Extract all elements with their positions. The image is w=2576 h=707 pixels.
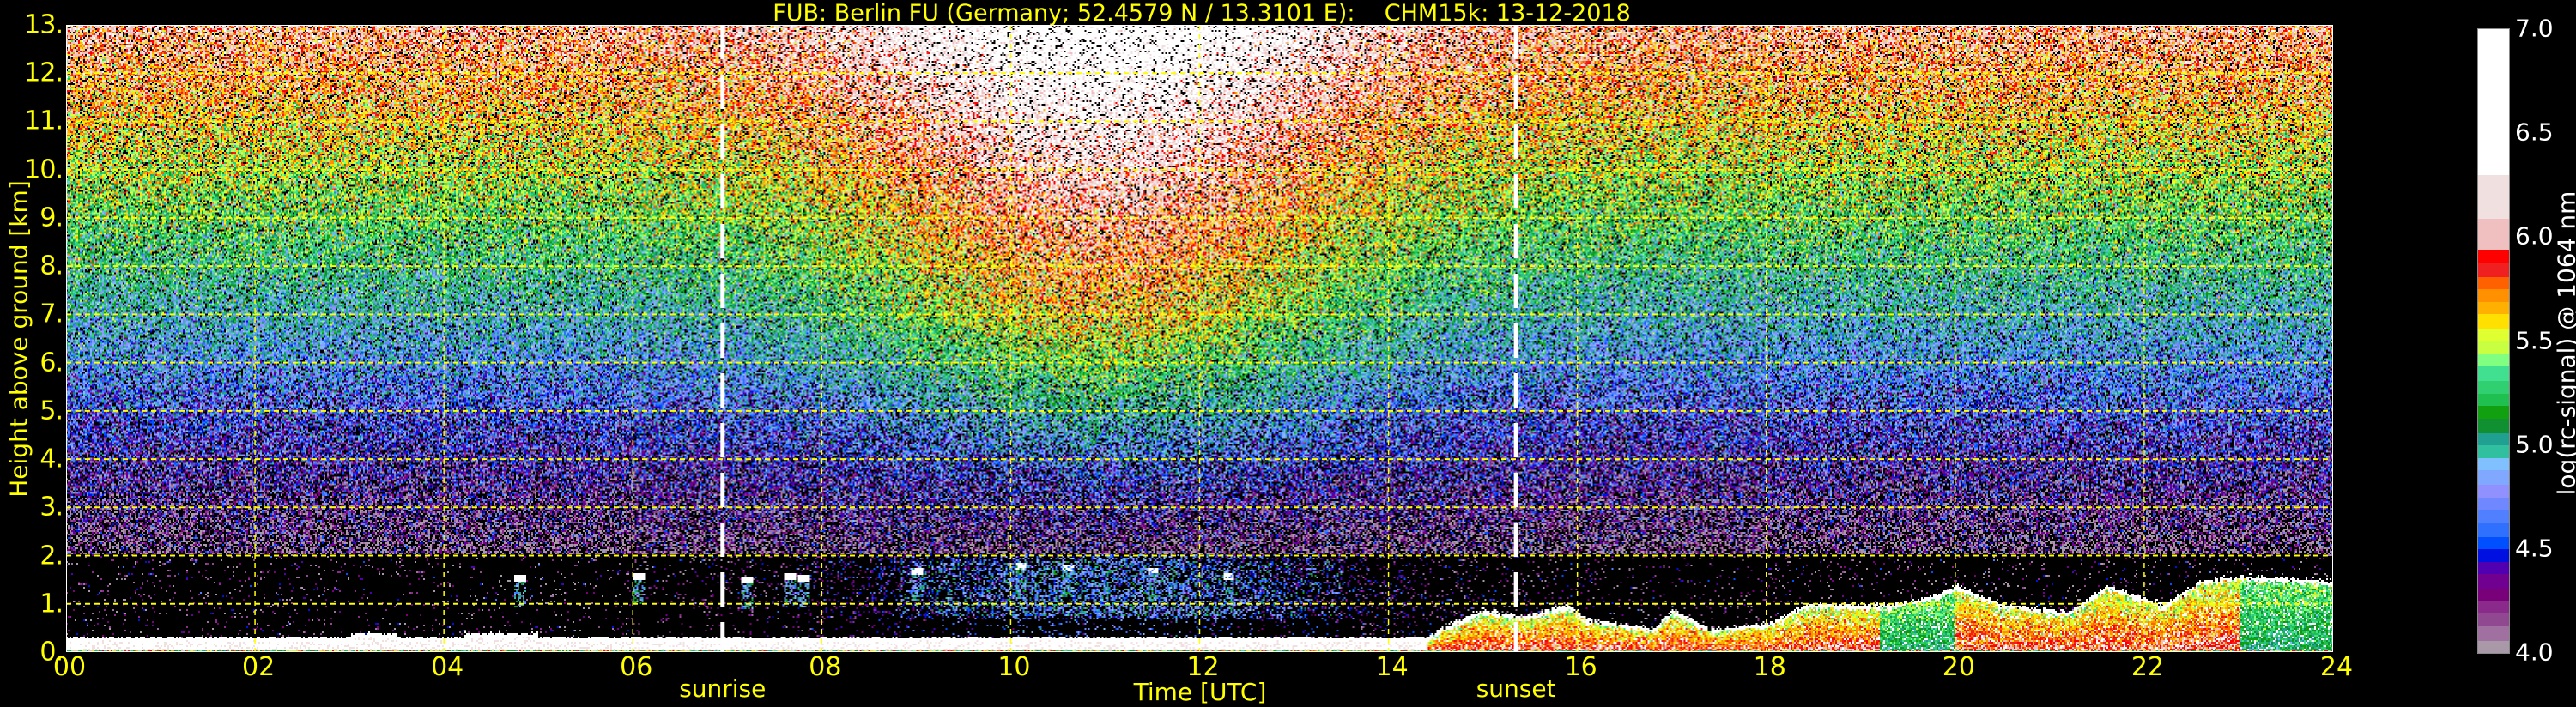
x-tick-label: 08 bbox=[809, 652, 842, 682]
y-tick-label: 2. bbox=[39, 541, 64, 571]
y-tick-label: 1. bbox=[39, 589, 64, 619]
x-tick-label: 04 bbox=[431, 652, 464, 682]
y-tick-label: 3. bbox=[39, 492, 64, 523]
y-tick-label: 4. bbox=[39, 444, 64, 474]
x-tick-label: 00 bbox=[52, 652, 87, 682]
colorbar bbox=[2477, 28, 2510, 654]
colorbar-level bbox=[2478, 484, 2509, 498]
colorbar-level bbox=[2478, 354, 2509, 367]
colorbar-level bbox=[2478, 328, 2509, 341]
y-tick-label: 9. bbox=[39, 202, 64, 233]
colorbar-level bbox=[2478, 432, 2509, 446]
colorbar-label: log(rc-signal) @ 1064 nm bbox=[2552, 190, 2576, 496]
colorbar-level bbox=[2478, 497, 2509, 511]
sunset-label: sunset bbox=[1476, 674, 1556, 703]
colorbar-level bbox=[2478, 218, 2509, 251]
colorbar-level bbox=[2478, 573, 2509, 589]
x-tick-label: 14 bbox=[1375, 652, 1409, 682]
y-tick-label: 7. bbox=[39, 299, 64, 329]
grid-overlay bbox=[66, 25, 2333, 652]
x-tick-label: 02 bbox=[241, 652, 276, 682]
colorbar-tick-label: 5.5 bbox=[2515, 326, 2554, 354]
colorbar-level bbox=[2478, 457, 2509, 471]
x-tick-label: 10 bbox=[997, 652, 1031, 682]
colorbar-level bbox=[2478, 301, 2509, 315]
y-tick-label: 8. bbox=[39, 251, 64, 281]
y-tick-label: 6. bbox=[39, 347, 64, 378]
colorbar-level bbox=[2478, 174, 2509, 219]
colorbar-level bbox=[2478, 601, 2509, 614]
colorbar-tick-label: 6.0 bbox=[2515, 221, 2554, 251]
colorbar-level bbox=[2478, 249, 2509, 263]
chart-title: FUB: Berlin FU (Germany; 52.4579 N / 13.… bbox=[773, 0, 1631, 27]
x-axis-label: Time [UTC] bbox=[1133, 678, 1267, 706]
colorbar-level bbox=[2478, 262, 2509, 277]
x-tick-label: 24 bbox=[2319, 652, 2354, 682]
x-tick-label: 20 bbox=[1942, 652, 1975, 682]
x-tick-label: 18 bbox=[1753, 652, 1786, 682]
x-tick-label: 22 bbox=[2131, 652, 2164, 682]
colorbar-level bbox=[2478, 288, 2509, 302]
colorbar-level bbox=[2478, 393, 2509, 407]
colorbar-level bbox=[2478, 276, 2509, 290]
colorbar-level bbox=[2478, 509, 2509, 523]
colorbar-level bbox=[2478, 405, 2509, 419]
colorbar-level bbox=[2478, 522, 2509, 537]
colorbar-tick-label: 6.5 bbox=[2515, 118, 2554, 147]
colorbar-level bbox=[2478, 536, 2509, 550]
y-tick-label: 5. bbox=[39, 396, 64, 426]
colorbar-level bbox=[2478, 640, 2509, 654]
colorbar-tick-label: 5.0 bbox=[2515, 430, 2554, 459]
colorbar-level bbox=[2478, 380, 2509, 394]
colorbar-level bbox=[2478, 444, 2509, 458]
x-tick-label: 16 bbox=[1564, 652, 1597, 682]
colorbar-level bbox=[2478, 548, 2509, 562]
colorbar-tick-label: 4.0 bbox=[2515, 638, 2554, 667]
colorbar-level bbox=[2478, 366, 2509, 382]
y-tick-label: 13. bbox=[24, 9, 64, 40]
colorbar-tick-label: 4.5 bbox=[2515, 534, 2554, 563]
colorbar-level bbox=[2478, 613, 2509, 626]
colorbar-level bbox=[2478, 341, 2509, 354]
colorbar-tick-label: 7.0 bbox=[2515, 14, 2554, 43]
y-tick-label: 12. bbox=[24, 57, 64, 88]
colorbar-level bbox=[2478, 29, 2509, 176]
colorbar-level bbox=[2478, 313, 2509, 329]
sunrise-label: sunrise bbox=[679, 674, 767, 703]
y-axis-label: Height above ground [km] bbox=[4, 180, 33, 498]
colorbar-level bbox=[2478, 588, 2509, 601]
y-tick-label: 11. bbox=[24, 106, 64, 136]
colorbar-level bbox=[2478, 561, 2509, 575]
colorbar-level bbox=[2478, 469, 2509, 486]
colorbar-level bbox=[2478, 418, 2509, 433]
colorbar-level bbox=[2478, 625, 2509, 641]
plot-area bbox=[66, 25, 2333, 652]
x-tick-label: 06 bbox=[620, 652, 653, 682]
